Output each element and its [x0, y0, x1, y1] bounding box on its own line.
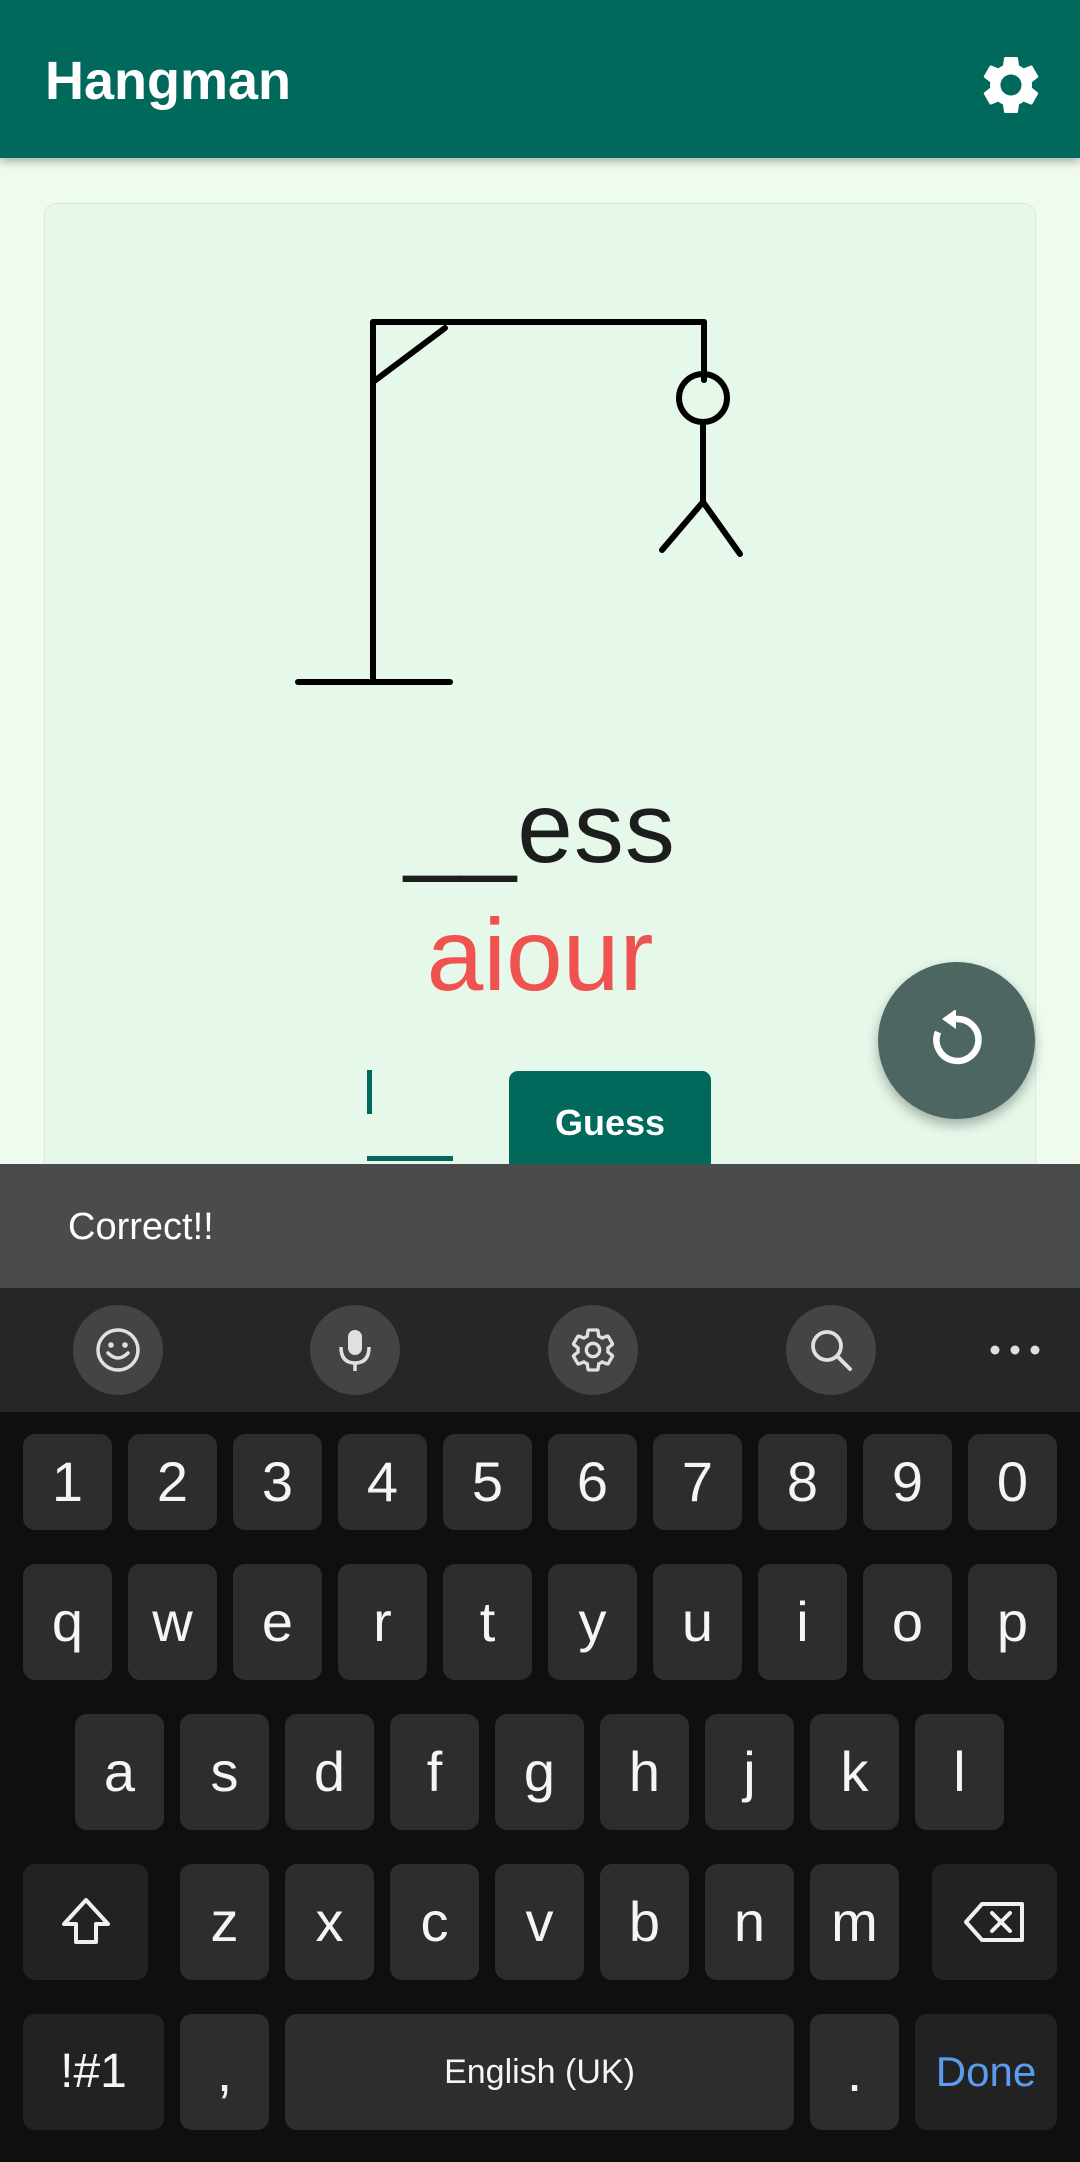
- key-n[interactable]: n: [705, 1864, 794, 1980]
- app-title: Hangman: [45, 51, 292, 111]
- key-k[interactable]: k: [810, 1714, 899, 1830]
- space-key[interactable]: English (UK): [285, 2014, 794, 2130]
- key-f[interactable]: f: [390, 1714, 479, 1830]
- key-x[interactable]: x: [285, 1864, 374, 1980]
- key-2[interactable]: 2: [128, 1434, 217, 1530]
- more-icon[interactable]: [975, 1305, 1055, 1395]
- guess-input[interactable]: [367, 1065, 453, 1161]
- text-cursor: [367, 1070, 372, 1114]
- shift-key[interactable]: [23, 1864, 148, 1980]
- key-3[interactable]: 3: [233, 1434, 322, 1530]
- key-y[interactable]: y: [548, 1564, 637, 1680]
- key-v[interactable]: v: [495, 1864, 584, 1980]
- key-q[interactable]: q: [23, 1564, 112, 1680]
- key-j[interactable]: j: [705, 1714, 794, 1830]
- key-w[interactable]: w: [128, 1564, 217, 1680]
- key-g[interactable]: g: [495, 1714, 584, 1830]
- key-4[interactable]: 4: [338, 1434, 427, 1530]
- key-p[interactable]: p: [968, 1564, 1057, 1680]
- key-8[interactable]: 8: [758, 1434, 847, 1530]
- key-l[interactable]: l: [915, 1714, 1004, 1830]
- key-u[interactable]: u: [653, 1564, 742, 1680]
- hangman-drawing: [295, 319, 743, 685]
- key-o[interactable]: o: [863, 1564, 952, 1680]
- search-icon[interactable]: [786, 1305, 876, 1395]
- guess-button[interactable]: Guess: [509, 1071, 711, 1171]
- backspace-key[interactable]: [932, 1864, 1057, 1980]
- key-d[interactable]: d: [285, 1714, 374, 1830]
- key-7[interactable]: 7: [653, 1434, 742, 1530]
- keyboard: 1 2 3 4 5 6 7 8 9 0 q w e r t y u i o p …: [0, 1412, 1080, 2162]
- done-key[interactable]: Done: [915, 2014, 1057, 2130]
- key-a[interactable]: a: [75, 1714, 164, 1830]
- snackbar-message: Correct!!: [68, 1206, 214, 1248]
- key-1[interactable]: 1: [23, 1434, 112, 1530]
- backspace-icon: [963, 1902, 1024, 1942]
- key-b[interactable]: b: [600, 1864, 689, 1980]
- settings-icon[interactable]: [548, 1305, 638, 1395]
- key-9[interactable]: 9: [863, 1434, 952, 1530]
- key-e[interactable]: e: [233, 1564, 322, 1680]
- key-0[interactable]: 0: [968, 1434, 1057, 1530]
- key-6[interactable]: 6: [548, 1434, 637, 1530]
- key-t[interactable]: t: [443, 1564, 532, 1680]
- keyboard-toolbar: [0, 1288, 1080, 1412]
- reset-button[interactable]: [878, 962, 1035, 1119]
- key-c[interactable]: c: [390, 1864, 479, 1980]
- key-s[interactable]: s: [180, 1714, 269, 1830]
- symbols-key[interactable]: !#1: [23, 2014, 164, 2130]
- key-r[interactable]: r: [338, 1564, 427, 1680]
- mic-icon[interactable]: [310, 1305, 400, 1395]
- comma-key[interactable]: ,: [180, 2014, 269, 2130]
- key-5[interactable]: 5: [443, 1434, 532, 1530]
- refresh-icon: [933, 1010, 982, 1065]
- period-key[interactable]: .: [810, 2014, 899, 2130]
- key-h[interactable]: h: [600, 1714, 689, 1830]
- key-m[interactable]: m: [810, 1864, 899, 1980]
- shift-icon: [61, 1898, 110, 1944]
- emoji-icon[interactable]: [73, 1305, 163, 1395]
- word-display: __ess: [404, 772, 676, 884]
- snackbar: Correct!!: [0, 1164, 1080, 1288]
- app-bar: Hangman: [0, 0, 1080, 158]
- key-z[interactable]: z: [180, 1864, 269, 1980]
- gear-icon[interactable]: [976, 50, 1046, 120]
- key-i[interactable]: i: [758, 1564, 847, 1680]
